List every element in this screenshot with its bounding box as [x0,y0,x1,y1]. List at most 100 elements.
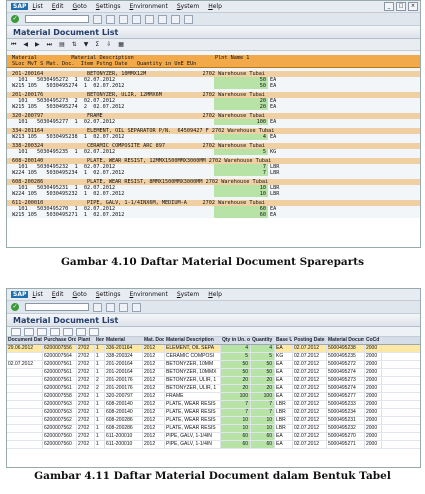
table-cell: 2 [95,385,105,392]
back-icon[interactable] [106,302,115,312]
print-icon[interactable] [145,14,154,24]
column-header[interactable]: Material Description [165,337,221,344]
exit-icon[interactable] [119,14,128,24]
menu-item[interactable]: List [32,3,43,10]
menu-item[interactable]: Settings [96,291,121,298]
document-item-row[interactable]: 101 5030495277 1 02.07.2012 100 EA [7,119,420,125]
maximize-icon[interactable]: □ [396,2,406,11]
document-item-row[interactable]: W215 105 5030495271 1 02.07.2012 60 EA [7,212,420,218]
details-icon[interactable] [11,327,21,336]
menu-item[interactable]: Settings [96,3,121,10]
sum-icon[interactable] [63,327,73,336]
column-header[interactable]: Material [105,337,143,344]
table-cell: 10 [221,425,251,432]
back-icon[interactable] [106,14,115,24]
sort-ascending-icon[interactable] [24,327,34,336]
column-header[interactable]: Item [95,337,105,344]
table-row[interactable]: 02.07.2012 6200007561 2702 1 201-200164 2012 B… [7,361,420,369]
column-header[interactable]: Quantity [251,337,275,344]
document-item-row[interactable]: W213 105 5030495238 1 02.07.2012 4 EA [7,134,420,140]
document-item-row[interactable]: W215 105 5030495274 1 02.07.2012 50 EA [7,83,420,89]
previous-page-icon[interactable]: ◀ [23,41,28,48]
alv-toolbar [7,327,420,337]
column-header[interactable]: Purchase Order [43,337,77,344]
enter-icon[interactable]: ✓ [11,303,19,311]
column-header[interactable]: Document Date [7,337,43,344]
enter-icon[interactable]: ✓ [11,15,19,23]
menu-item[interactable]: Edit [52,291,64,298]
table-row[interactable]: 6200007561 2702 2 201-200176 2012 BETONYZER, … [7,377,420,385]
column-header[interactable]: Posting Date [293,337,327,344]
close-icon[interactable]: × [408,2,418,11]
menu-item[interactable]: Environment [129,291,167,298]
table-row[interactable]: 6200007563 2702 1 608-200140 2012 PLATE, WEAR… [7,409,420,417]
table-cell: 02.07.2012 [293,441,327,448]
table-row[interactable]: 6200007561 2702 1 201-200164 2012 BETONYZER, … [7,369,420,377]
menu-item[interactable]: Help [208,291,222,298]
document-item-row[interactable]: W215 105 5030495274 2 02.07.2012 20 EA [7,104,420,110]
layout-icon[interactable] [89,327,99,336]
help-icon[interactable] [184,14,193,24]
cancel-icon[interactable] [132,302,141,312]
sort-icon[interactable]: ⇅ [72,41,77,48]
column-header[interactable]: Qty in Un. of Entry [221,337,251,344]
table-cell: 2000 [365,353,382,360]
sort-descending-icon[interactable] [37,327,47,336]
layout-icon[interactable]: ▦ [118,41,124,48]
table-row[interactable]: 6200007558 2702 1 320-200797 2012 FRAME 100 100… [7,393,420,401]
table-row[interactable]: 6200007560 2702 1 611-200010 2012 PIPE, GALV,… [7,441,420,449]
document-item-row[interactable]: W224 105 5030495232 1 02.07.2012 10 LBR [7,191,420,197]
last-page-icon[interactable]: ⏭ [47,41,52,49]
save-icon[interactable] [93,14,102,24]
table-cell: 20 [251,385,275,392]
filter-icon[interactable] [50,327,60,336]
command-field[interactable] [25,15,89,23]
menu-item[interactable]: Goto [73,291,87,298]
filter-icon[interactable]: ▼ [84,41,89,48]
column-header[interactable]: Base Unit [275,337,293,344]
column-header[interactable]: Material Document [327,337,365,344]
command-field[interactable] [25,303,89,311]
column-header[interactable]: Mat. Doc. Year [143,337,165,344]
column-header[interactable]: CoCd [365,337,382,344]
menu-item[interactable]: Environment [129,3,167,10]
menu-item[interactable]: List [32,291,43,298]
table-cell: 02.07.2012 [293,393,327,400]
table-row[interactable]: 6200007560 2702 1 611-200010 2012 PIPE, GALV,… [7,433,420,441]
table-row[interactable]: 6200007562 2702 1 608-200286 2012 PLATE, WEAR… [7,417,420,425]
table-cell: 2 [95,377,105,384]
sum-icon[interactable]: Σ [95,41,99,48]
document-item-row[interactable]: W224 105 5030495234 1 02.07.2012 7 LBR [7,170,420,176]
table-cell: CERAMIC COMPOSI [165,353,221,360]
table-cell: 6200007561 [43,361,77,368]
next-page-icon[interactable]: ▶ [35,41,40,48]
column-header[interactable]: Plant [77,337,95,344]
minimize-icon[interactable]: _ [384,2,394,11]
table-row[interactable]: 6200007561 2702 2 201-200176 2012 BETONYZER, … [7,385,420,393]
table-row[interactable]: 29.06.2012 6200007556 2702 1 336-201164 2012 E… [7,345,420,353]
menu-item[interactable]: Edit [52,3,64,10]
export-icon[interactable]: ⇩ [106,41,111,48]
table-row[interactable]: 6200007563 2702 1 608-200140 2012 PLATE, WEAR… [7,401,420,409]
save-icon[interactable] [93,302,102,312]
table-row[interactable]: 6200007564 2702 1 338-200324 2012 CERAMIC COM… [7,353,420,361]
details-icon[interactable]: ▤ [59,41,65,48]
menu-item[interactable]: Help [208,3,222,10]
exit-icon[interactable] [119,302,128,312]
menu-item[interactable]: Goto [73,3,87,10]
menu-item[interactable]: System [177,3,199,10]
export-icon[interactable] [76,327,86,336]
table-cell: EA [275,393,293,400]
table-cell: 2000 [365,425,382,432]
first-page-icon[interactable]: ⏮ [11,41,16,49]
cancel-icon[interactable] [132,14,141,24]
menu-item[interactable]: System [177,291,199,298]
table-cell: 2000 [365,409,382,416]
find-icon[interactable] [158,14,167,24]
table-cell: 1 [95,361,105,368]
table-cell: 2012 [143,393,165,400]
table-cell: 2000 [365,401,382,408]
table-row[interactable]: 6200007562 2702 1 608-200286 2012 PLATE, WEAR… [7,425,420,433]
find-next-icon[interactable] [171,14,180,24]
document-item-row[interactable]: 101 5030495235 1 02.07.2012 5 KG [7,149,420,155]
